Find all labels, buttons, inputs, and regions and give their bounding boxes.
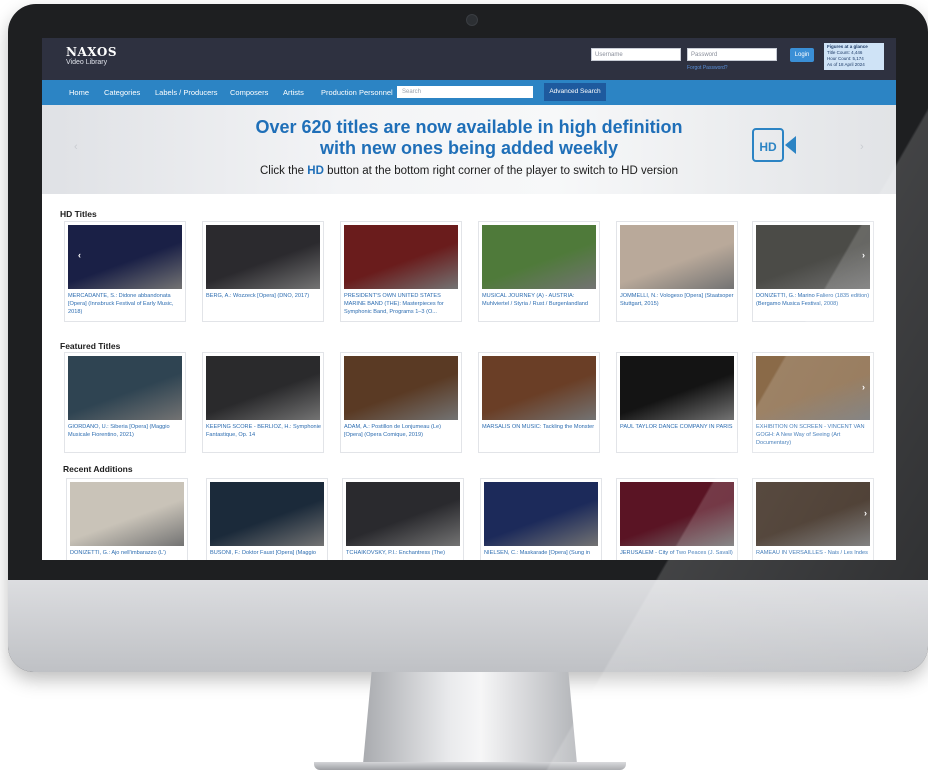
row-next-arrow-icon[interactable]: › — [864, 508, 867, 518]
thumbnail[interactable] — [344, 356, 458, 420]
thumbnail[interactable] — [346, 482, 460, 546]
row-next-arrow-icon[interactable]: › — [862, 382, 865, 392]
title-caption[interactable]: JOMMELLI, N.: Vologeso [Opera] (Staatsop… — [620, 292, 736, 322]
monitor-foot — [314, 762, 626, 770]
banner-text-end: button at the bottom right corner of the… — [323, 165, 679, 177]
thumbnail[interactable] — [482, 356, 596, 420]
username-input[interactable]: Username — [591, 48, 681, 61]
nav-item-home[interactable]: Home — [69, 80, 89, 105]
thumbnail[interactable] — [756, 482, 870, 546]
title-caption[interactable]: MERCADANTE, S.: Didone abbandonata [Oper… — [68, 292, 184, 322]
row-next-arrow-icon[interactable]: › — [862, 250, 865, 260]
thumbnail[interactable] — [756, 356, 870, 420]
section-title-featured: Featured Titles — [60, 341, 121, 351]
screen: NAXOS Video Library Username Password Fo… — [42, 38, 896, 560]
thumbnail[interactable] — [482, 225, 596, 289]
title-caption[interactable]: BERG, A.: Wozzeck [Opera] (DNO, 2017) — [206, 292, 322, 322]
forgot-password-link[interactable]: Forgot Password? — [687, 65, 728, 71]
hd-camera-lens-icon — [785, 136, 796, 154]
banner-hd-word: HD — [307, 165, 324, 177]
title-card[interactable]: DONIZETTI, G.: Marino Faliero (1835 edit… — [752, 221, 874, 322]
title-caption[interactable]: DONIZETTI, G.: Ajo nell'imbarazzo (L') — [70, 549, 186, 560]
title-caption[interactable]: PAUL TAYLOR DANCE COMPANY IN PARIS — [620, 423, 736, 453]
thumbnail[interactable] — [756, 225, 870, 289]
logo-subtitle: Video Library — [66, 59, 108, 66]
nav-item-categories[interactable]: Categories — [104, 80, 140, 105]
title-caption[interactable]: KEEPING SCORE - BERLIOZ, H.: Symphonie F… — [206, 423, 322, 453]
thumbnail[interactable] — [206, 356, 320, 420]
title-card[interactable]: RAMEAU IN VERSAILLES - Nais / Les Indes — [752, 478, 874, 560]
banner-text: Click the — [259, 165, 308, 177]
main-nav: Home Categories Labels / Producers Compo… — [42, 80, 896, 105]
thumbnail[interactable] — [620, 482, 734, 546]
title-card[interactable]: KEEPING SCORE - BERLIOZ, H.: Symphonie F… — [202, 352, 324, 453]
title-card[interactable]: BUSONI, F.: Doktor Faust [Opera] (Maggio — [206, 478, 328, 560]
nav-item-labels-producers[interactable]: Labels / Producers — [155, 80, 218, 105]
title-caption[interactable]: NIELSEN, C.: Maskarade [Opera] (Sung in — [484, 549, 600, 560]
thumbnail[interactable] — [206, 225, 320, 289]
title-card[interactable]: MARSALIS ON MUSIC: Tackling the Monster — [478, 352, 600, 453]
site-header: NAXOS Video Library Username Password Fo… — [42, 38, 896, 80]
title-card[interactable]: ADAM, A.: Postillon de Lonjumeau (Le) [O… — [340, 352, 462, 453]
thumbnail[interactable] — [484, 482, 598, 546]
thumbnail[interactable] — [620, 356, 734, 420]
nav-item-production-personnel[interactable]: Production Personnel — [321, 80, 393, 105]
logo-title: NAXOS — [66, 45, 117, 59]
monitor-stand — [363, 672, 577, 764]
naxos-logo[interactable]: NAXOS Video Library — [66, 46, 117, 67]
banner-prev-arrow-icon[interactable]: ‹ — [74, 141, 78, 153]
figures-at-a-glance: Figures at a glance Title Count: 4,446 H… — [824, 43, 884, 70]
title-caption[interactable]: BUSONI, F.: Doktor Faust [Opera] (Maggio — [210, 549, 326, 560]
nav-item-composers[interactable]: Composers — [230, 80, 268, 105]
row-prev-arrow-icon[interactable]: ‹ — [78, 250, 81, 260]
banner-line-3: Click the HD button at the bottom right … — [42, 165, 896, 177]
title-card[interactable]: JERUSALEM - City of Two Peaces (J. Saval… — [616, 478, 738, 560]
section-title-hd: HD Titles — [60, 209, 97, 219]
title-card[interactable]: BERG, A.: Wozzeck [Opera] (DNO, 2017) — [202, 221, 324, 322]
login-button[interactable]: Login — [790, 48, 814, 62]
title-card[interactable]: EXHIBITION ON SCREEN - VINCENT VAN GOGH:… — [752, 352, 874, 453]
glance-date: As of 18 April 2024 — [827, 62, 865, 67]
section-title-recent: Recent Additions — [63, 464, 133, 474]
hd-banner[interactable]: Over 620 titles are now available in hig… — [42, 105, 896, 194]
thumbnail[interactable] — [210, 482, 324, 546]
thumbnail[interactable] — [68, 356, 182, 420]
title-caption[interactable]: PRESIDENT'S OWN UNITED STATES MARINE BAN… — [344, 292, 460, 322]
thumbnail[interactable] — [68, 225, 182, 289]
nav-item-artists[interactable]: Artists — [283, 80, 304, 105]
search-input[interactable]: Search — [397, 86, 533, 98]
title-caption[interactable]: MUSICAL JOURNEY (A) - AUSTRIA: Muhlviert… — [482, 292, 598, 322]
banner-next-arrow-icon[interactable]: › — [860, 141, 864, 153]
title-card[interactable]: TCHAIKOVSKY, P.I.: Enchantress (The) — [342, 478, 464, 560]
title-caption[interactable]: JERUSALEM - City of Two Peaces (J. Saval… — [620, 549, 736, 560]
title-card[interactable]: NIELSEN, C.: Maskarade [Opera] (Sung in — [480, 478, 602, 560]
title-card[interactable]: MUSICAL JOURNEY (A) - AUSTRIA: Muhlviert… — [478, 221, 600, 322]
camera-icon — [466, 14, 478, 26]
title-caption[interactable]: EXHIBITION ON SCREEN - VINCENT VAN GOGH:… — [756, 423, 872, 453]
title-caption[interactable]: GIORDANO, U.: Siberia [Opera] (Maggio Mu… — [68, 423, 184, 453]
title-card[interactable]: DONIZETTI, G.: Ajo nell'imbarazzo (L') — [66, 478, 188, 560]
title-card[interactable]: PRESIDENT'S OWN UNITED STATES MARINE BAN… — [340, 221, 462, 322]
hd-camera-icon: HD — [752, 128, 784, 162]
title-card[interactable]: JOMMELLI, N.: Vologeso [Opera] (Staatsop… — [616, 221, 738, 322]
thumbnail[interactable] — [70, 482, 184, 546]
advanced-search-button[interactable]: Advanced Search — [544, 83, 606, 101]
title-caption[interactable]: TCHAIKOVSKY, P.I.: Enchantress (The) — [346, 549, 462, 560]
title-card[interactable]: MERCADANTE, S.: Didone abbandonata [Oper… — [64, 221, 186, 322]
title-caption[interactable]: ADAM, A.: Postillon de Lonjumeau (Le) [O… — [344, 423, 460, 453]
thumbnail[interactable] — [344, 225, 458, 289]
thumbnail[interactable] — [620, 225, 734, 289]
title-caption[interactable]: RAMEAU IN VERSAILLES - Nais / Les Indes — [756, 549, 872, 560]
title-caption[interactable]: MARSALIS ON MUSIC: Tackling the Monster — [482, 423, 598, 453]
title-caption[interactable]: DONIZETTI, G.: Marino Faliero (1835 edit… — [756, 292, 872, 322]
title-card[interactable]: PAUL TAYLOR DANCE COMPANY IN PARIS — [616, 352, 738, 453]
title-card[interactable]: GIORDANO, U.: Siberia [Opera] (Maggio Mu… — [64, 352, 186, 453]
monitor-chin — [8, 580, 928, 672]
password-input[interactable]: Password — [687, 48, 777, 61]
